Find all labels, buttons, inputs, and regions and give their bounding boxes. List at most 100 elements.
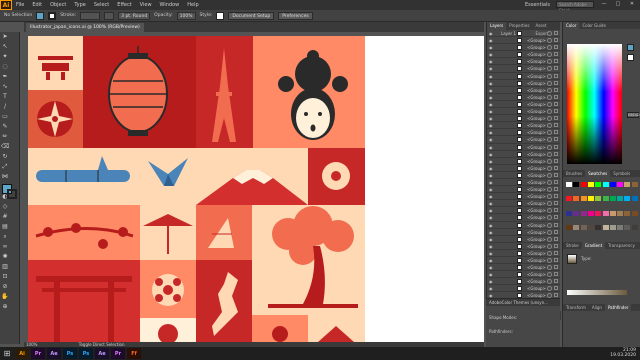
color-swatch[interactable] xyxy=(573,196,580,202)
tab-layers[interactable]: Layers xyxy=(487,22,507,30)
selection-indicator[interactable] xyxy=(554,279,558,284)
color-swatch[interactable] xyxy=(580,210,587,216)
variable-width-dropdown[interactable] xyxy=(104,11,115,20)
selection-indicator[interactable] xyxy=(554,66,558,71)
color-swatch[interactable] xyxy=(609,196,616,202)
layer-row[interactable]: ◉ <Group> xyxy=(487,65,560,73)
visibility-eye-icon[interactable]: ◉ xyxy=(489,159,494,164)
close-button[interactable]: ✕ xyxy=(628,1,636,8)
taskbar-app-ae[interactable]: Ae xyxy=(95,348,109,359)
color-swatch[interactable] xyxy=(609,224,616,230)
target-circle-icon[interactable] xyxy=(547,187,552,193)
layer-row[interactable]: ◉ <Group> xyxy=(487,236,560,243)
color-swatch[interactable] xyxy=(573,210,580,216)
line-tool-icon[interactable]: / xyxy=(1,103,9,111)
target-circle-icon[interactable] xyxy=(547,236,552,242)
visibility-eye-icon[interactable]: ◉ xyxy=(489,137,494,142)
menu-type[interactable]: Type xyxy=(70,2,89,8)
layer-row[interactable]: ◉ <Group> xyxy=(487,94,560,101)
layer-row[interactable]: ◉ <Group> xyxy=(487,136,560,144)
visibility-eye-icon[interactable]: ◉ xyxy=(489,38,494,43)
tab-color-guide[interactable]: Color Guide xyxy=(579,22,608,29)
selection-indicator[interactable] xyxy=(554,31,558,35)
magic-wand-icon[interactable]: ✦ xyxy=(1,53,9,61)
color-swatch[interactable] xyxy=(631,182,638,187)
mesh-icon[interactable]: # xyxy=(1,213,9,221)
artboard-icon[interactable]: ⊡ xyxy=(1,273,9,281)
layer-row[interactable]: ◉ <Group> xyxy=(487,51,560,59)
fill-color-swatch[interactable] xyxy=(36,11,45,20)
swatch-grid[interactable] xyxy=(566,182,638,238)
selection-tool-icon[interactable]: ➤ xyxy=(1,33,9,41)
visibility-eye-icon[interactable]: ◉ xyxy=(489,166,494,171)
color-swatch[interactable] xyxy=(617,182,624,187)
color-swatch[interactable] xyxy=(624,224,631,230)
visibility-eye-icon[interactable]: ◉ xyxy=(489,66,494,71)
selection-indicator[interactable] xyxy=(554,109,558,114)
color-swatch[interactable] xyxy=(624,182,631,187)
color-swatch[interactable] xyxy=(573,224,580,230)
layer-row[interactable]: ◉ <Group> xyxy=(487,44,560,52)
layer-row[interactable]: ◉ <Group> xyxy=(487,250,560,257)
menu-file[interactable]: File xyxy=(12,2,28,8)
color-spectrum[interactable] xyxy=(567,44,622,164)
layer-row[interactable]: ◉ <Group> xyxy=(487,172,560,179)
tab-transparency[interactable]: Transparency xyxy=(605,242,638,249)
brush-dropdown[interactable]: 3 pt. Round xyxy=(118,11,151,20)
menu-edit[interactable]: Edit xyxy=(28,2,46,8)
visibility-eye-icon[interactable]: ◉ xyxy=(489,244,494,249)
layer-row[interactable]: ◉ <Group> xyxy=(487,80,560,87)
visibility-eye-icon[interactable]: ◉ xyxy=(489,152,494,157)
menu-window[interactable]: Window xyxy=(156,2,184,8)
target-circle-icon[interactable] xyxy=(547,94,552,100)
color-swatch[interactable] xyxy=(566,182,572,187)
color-swatch[interactable] xyxy=(609,182,616,187)
stroke-color-swatch[interactable] xyxy=(48,11,57,20)
layer-row[interactable]: ◉ <Group> xyxy=(487,264,560,272)
layer-row[interactable]: ◉ <Group> xyxy=(487,186,560,194)
selection-indicator[interactable] xyxy=(554,144,558,149)
visibility-eye-icon[interactable]: ◉ xyxy=(489,45,494,50)
tab-gradient[interactable]: Gradient xyxy=(581,242,606,249)
visibility-eye-icon[interactable]: ◉ xyxy=(489,258,494,263)
selection-indicator[interactable] xyxy=(554,123,558,128)
color-swatch[interactable] xyxy=(617,196,624,202)
layer-row[interactable]: ◉ <Group> xyxy=(487,200,560,208)
layer-row[interactable]: ◉ <Group> xyxy=(487,222,560,229)
selection-indicator[interactable] xyxy=(554,130,558,135)
selection-indicator[interactable] xyxy=(554,222,558,227)
menu-effect[interactable]: Effect xyxy=(113,2,135,8)
selection-indicator[interactable] xyxy=(554,286,558,291)
visibility-eye-icon[interactable]: ◉ xyxy=(489,230,494,235)
selection-indicator[interactable] xyxy=(554,179,558,184)
menu-object[interactable]: Object xyxy=(46,2,70,8)
color-swatch[interactable] xyxy=(587,196,594,202)
layer-row[interactable]: ◉ <Group> xyxy=(487,214,560,222)
target-circle-icon[interactable] xyxy=(547,272,552,278)
target-circle-icon[interactable] xyxy=(547,52,552,58)
taskbar-app-pr[interactable]: Pr xyxy=(111,348,125,359)
target-circle-icon[interactable] xyxy=(547,201,552,207)
minimize-button[interactable]: — xyxy=(600,1,608,8)
pencil-icon[interactable]: ✏ xyxy=(1,133,9,141)
target-circle-icon[interactable] xyxy=(547,31,552,36)
visibility-eye-icon[interactable]: ◉ xyxy=(489,194,494,199)
maximize-button[interactable]: □ xyxy=(614,1,622,8)
visibility-eye-icon[interactable]: ◉ xyxy=(489,102,494,107)
target-circle-icon[interactable] xyxy=(547,165,552,171)
color-swatch[interactable] xyxy=(602,196,609,202)
color-swatch[interactable] xyxy=(580,224,587,230)
tab-align[interactable]: Align xyxy=(589,304,605,311)
target-circle-icon[interactable] xyxy=(547,73,552,79)
layer-row[interactable]: ◉ <Group> xyxy=(487,58,560,66)
stroke-weight-field[interactable] xyxy=(80,11,101,20)
target-circle-icon[interactable] xyxy=(547,208,552,214)
target-circle-icon[interactable] xyxy=(547,215,552,221)
paintbrush-icon[interactable]: ✎ xyxy=(1,123,9,131)
selection-indicator[interactable] xyxy=(554,272,558,277)
target-circle-icon[interactable] xyxy=(547,59,552,65)
system-clock[interactable]: 21:09 19.03.2020 xyxy=(610,348,636,358)
layer-row[interactable]: ◉ <Group> xyxy=(487,129,560,137)
document-tab[interactable]: Illustrator_japan_icons.ai @ 100% (RGB/P… xyxy=(26,23,144,32)
color-swatch[interactable] xyxy=(602,182,609,187)
